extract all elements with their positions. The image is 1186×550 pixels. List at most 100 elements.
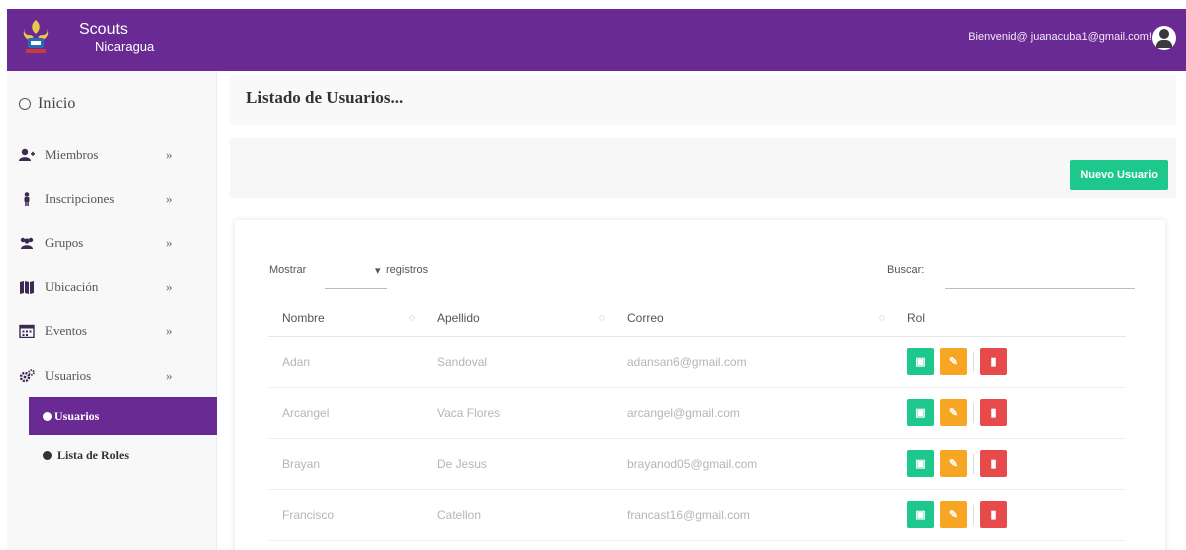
trash-icon: ▮	[990, 356, 997, 368]
chevron-right-icon: »	[166, 323, 173, 338]
sidebar-item-inscripciones[interactable]: Inscripciones »	[19, 191, 189, 207]
circle-icon	[43, 411, 52, 421]
column-header-label: Rol	[907, 310, 926, 325]
sidebar-item-label: Inscripciones	[45, 191, 115, 206]
chevron-right-icon: »	[166, 147, 173, 162]
circle-icon	[43, 451, 52, 460]
action-bar: Nuevo Usuario	[230, 138, 1176, 198]
id-card-icon: ▣	[915, 458, 926, 470]
sidebar-item-label: Eventos	[45, 323, 87, 338]
sidebar-item-ubicacion[interactable]: Ubicación »	[19, 279, 189, 295]
sidebar-item-label: Inicio	[38, 95, 76, 112]
edit-button[interactable]: ✎	[940, 348, 967, 375]
chevron-right-icon: »	[166, 191, 173, 206]
user-avatar-icon[interactable]	[1152, 26, 1176, 50]
cell-nombre: Arcangel	[268, 387, 423, 439]
edit-button[interactable]: ✎	[940, 501, 967, 528]
delete-button[interactable]: ▮	[980, 501, 1007, 528]
sidebar-item-inicio[interactable]: Inicio	[19, 95, 75, 113]
id-card-icon: ▣	[915, 407, 926, 419]
cell-apellido: Sandoval	[423, 336, 613, 388]
sort-icon: ◇	[878, 313, 885, 322]
cell-correo: brayanod05@gmail.com	[613, 438, 893, 490]
cell-actions: ▣ ✎ ▮	[893, 336, 1126, 388]
edit-button[interactable]: ✎	[940, 450, 967, 477]
delete-button[interactable]: ▮	[980, 399, 1007, 426]
submenu-item-lista-roles[interactable]: Lista de Roles	[43, 448, 129, 463]
select-caret-icon: ▾	[375, 265, 381, 277]
sidebar-item-label: Grupos	[45, 235, 84, 250]
cogs-icon	[19, 369, 35, 383]
cell-apellido: Vaca Flores	[423, 387, 613, 439]
search-input[interactable]	[945, 288, 1135, 289]
submenu-item-label: Lista de Roles	[57, 448, 129, 462]
users-icon	[19, 236, 35, 250]
column-header-apellido[interactable]: Apellido ◇	[423, 300, 613, 337]
brand-subtitle: Nicaragua	[95, 38, 155, 54]
map-icon	[19, 280, 35, 294]
brand-title: Scouts	[79, 20, 128, 38]
column-header-nombre[interactable]: Nombre ◇	[268, 300, 423, 337]
sidebar: Inicio Miembros » Inscripciones » Grupos…	[7, 71, 217, 550]
column-header-rol[interactable]: Rol	[893, 300, 1126, 337]
divider	[973, 351, 974, 372]
dashboard-icon	[19, 98, 31, 110]
view-button[interactable]: ▣	[907, 348, 934, 375]
scouts-logo-icon	[19, 18, 53, 56]
new-user-button[interactable]: Nuevo Usuario	[1070, 160, 1168, 190]
divider	[973, 504, 974, 525]
show-entries-label: Mostrar	[269, 264, 307, 276]
id-card-icon: ▣	[915, 509, 926, 521]
view-button[interactable]: ▣	[907, 399, 934, 426]
cell-apellido: De Jesus	[423, 438, 613, 490]
user-plus-icon	[19, 148, 35, 162]
chevron-right-icon: »	[166, 368, 173, 383]
cell-nombre: Brayan	[268, 438, 423, 490]
users-table: Nombre ◇ Apellido ◇ Correo ◇ Rol Adan Sando…	[268, 300, 1126, 541]
cell-nombre: Francisco	[268, 489, 423, 541]
page-header: Listado de Usuarios...	[230, 75, 1176, 125]
person-icon	[19, 192, 35, 206]
divider	[973, 402, 974, 423]
sidebar-item-label: Ubicación	[45, 279, 99, 294]
delete-button[interactable]: ▮	[980, 348, 1007, 375]
table-row: Arcangel Vaca Flores arcangel@gmail.com …	[268, 387, 1126, 439]
sidebar-item-usuarios[interactable]: Usuarios »	[19, 368, 189, 384]
trash-icon: ▮	[990, 458, 997, 470]
column-header-label: Apellido	[437, 310, 480, 325]
entries-select[interactable]	[325, 288, 387, 289]
column-header-correo[interactable]: Correo ◇	[613, 300, 893, 337]
sidebar-item-eventos[interactable]: Eventos »	[19, 323, 189, 339]
users-table-card: Mostrar ▾ registros Buscar: Nombre ◇ Apel…	[235, 220, 1165, 550]
cell-actions: ▣ ✎ ▮	[893, 438, 1126, 490]
cell-apellido: Catellon	[423, 489, 613, 541]
calendar-icon	[19, 324, 35, 339]
edit-button[interactable]: ✎	[940, 399, 967, 426]
edit-icon: ✎	[948, 407, 959, 419]
cell-actions: ▣ ✎ ▮	[893, 489, 1126, 541]
registros-label: registros	[386, 264, 429, 276]
submenu-item-label: Usuarios	[54, 408, 100, 423]
sidebar-item-miembros[interactable]: Miembros »	[19, 147, 189, 163]
edit-icon: ✎	[948, 509, 959, 521]
delete-button[interactable]: ▮	[980, 450, 1007, 477]
search-label: Buscar:	[887, 264, 925, 276]
column-header-label: Nombre	[282, 310, 325, 325]
column-header-label: Correo	[627, 310, 664, 325]
sidebar-item-grupos[interactable]: Grupos »	[19, 235, 189, 251]
sort-icon: ◇	[408, 313, 415, 322]
view-button[interactable]: ▣	[907, 501, 934, 528]
view-button[interactable]: ▣	[907, 450, 934, 477]
page-title: Listado de Usuarios...	[246, 88, 404, 107]
cell-correo: arcangel@gmail.com	[613, 387, 893, 439]
trash-icon: ▮	[990, 509, 997, 521]
chevron-right-icon: »	[166, 235, 173, 250]
table-row: Adan Sandoval adansan6@gmail.com ▣ ✎ ▮	[268, 336, 1126, 388]
submenu-item-usuarios[interactable]: Usuarios	[29, 397, 217, 435]
table-row: Brayan De Jesus brayanod05@gmail.com ▣ ✎…	[268, 438, 1126, 490]
table-row: Francisco Catellon francast16@gmail.com …	[268, 489, 1126, 541]
welcome-text: Bienvenid@ juanacuba1@gmail.com!	[968, 31, 1152, 43]
id-card-icon: ▣	[915, 356, 926, 368]
brand[interactable]: Scouts Nicaragua	[19, 18, 154, 56]
trash-icon: ▮	[990, 407, 997, 419]
